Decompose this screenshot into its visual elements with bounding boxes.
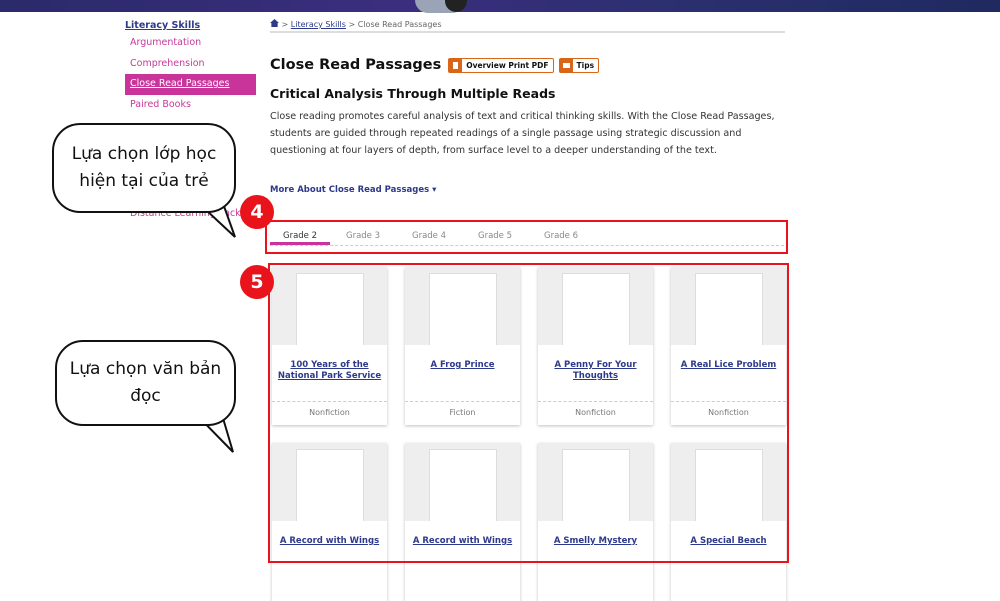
more-about-link[interactable]: More About Close Read Passages ▾	[270, 185, 436, 195]
main-content: > Literacy Skills > Close Read Passages …	[270, 17, 785, 246]
breadcrumb-current: Close Read Passages	[357, 20, 442, 29]
callout-passage: Lựa chọn văn bản đọc	[55, 340, 236, 426]
cards-highlight-box	[268, 263, 789, 563]
home-icon[interactable]	[270, 19, 279, 27]
sidebar-heading[interactable]: Literacy Skills	[125, 19, 256, 33]
page-description: Close reading promotes careful analysis …	[270, 111, 775, 156]
sidebar: Literacy Skills Argumentation Comprehens…	[125, 18, 256, 219]
page-title: Close Read Passages	[270, 57, 442, 73]
tips-button[interactable]: Tips	[558, 57, 600, 73]
header-banner	[0, 0, 1000, 13]
overview-pdf-button[interactable]: Overview Print PDF	[448, 57, 554, 73]
badge-5: 5	[240, 265, 274, 299]
sidebar-item-paired-books[interactable]: Paired Books	[125, 95, 256, 116]
pdf-button-label: Overview Print PDF	[466, 60, 549, 70]
pdf-icon	[449, 58, 463, 72]
tabs-highlight-box	[265, 220, 788, 254]
video-icon	[559, 58, 573, 72]
tips-button-label: Tips	[576, 60, 595, 70]
sidebar-item-comprehension[interactable]: Comprehension	[125, 54, 256, 75]
callout-grade: Lựa chọn lớp học hiện tại của trẻ	[52, 123, 236, 213]
badge-4: 4	[240, 195, 274, 229]
sidebar-item-argumentation[interactable]: Argumentation	[125, 33, 256, 54]
page-subtitle: Critical Analysis Through Multiple Reads	[270, 86, 556, 101]
breadcrumb-link[interactable]: Literacy Skills	[291, 20, 346, 29]
breadcrumb: > Literacy Skills > Close Read Passages	[270, 17, 785, 33]
sidebar-item-close-read[interactable]: Close Read Passages	[125, 74, 256, 95]
